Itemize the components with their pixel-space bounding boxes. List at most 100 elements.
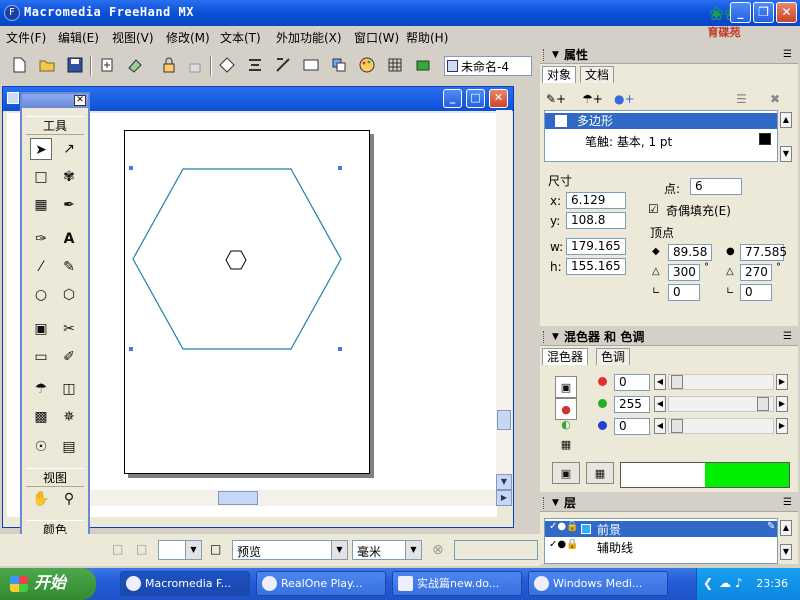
export-icon[interactable] [126, 56, 144, 74]
restore-button[interactable]: ❐ [753, 2, 774, 23]
scroll-right-arrow[interactable]: ▶ [496, 490, 512, 506]
brush-tool-icon[interactable]: ✐ [58, 346, 80, 368]
blue-slider-right-arrow[interactable]: ▶ [776, 418, 788, 434]
chevron-down-icon[interactable]: ▼ [405, 541, 421, 559]
align-icon[interactable] [246, 56, 264, 74]
menu-view[interactable]: 视图(V) [112, 29, 154, 46]
chart-tool-icon[interactable]: ▤ [58, 436, 80, 458]
menu-window[interactable]: 窗口(W) [354, 29, 399, 46]
view-mode-select[interactable]: 预览 ▼ [232, 540, 348, 560]
add-page-icon[interactable]: □ [210, 542, 221, 556]
connector-tool-icon[interactable]: ☉ [30, 436, 52, 458]
tray-expand-icon[interactable]: ❮ [703, 576, 713, 590]
layer-color-swatch[interactable] [581, 524, 591, 534]
polygon-tool-icon[interactable]: ⬡ [58, 284, 80, 306]
perspective-tool-icon[interactable]: ▩ [30, 406, 52, 428]
inner-roundness-field[interactable]: 0 [740, 284, 772, 301]
red-slider-knob[interactable] [671, 375, 683, 389]
tab-document[interactable]: 文档 [580, 66, 615, 83]
subselect-tool-icon[interactable]: ↗ [58, 138, 80, 160]
red-slider-left-arrow[interactable]: ◀ [654, 374, 666, 390]
menu-modify[interactable]: 修改(M) [166, 29, 210, 46]
list-scroll-down-icon[interactable]: ▼ [780, 146, 792, 162]
layers-icon[interactable] [414, 56, 432, 74]
layers-panel-header[interactable]: ▼ 层 ☰ [540, 494, 798, 512]
fill-tool-icon[interactable]: ☂ [30, 378, 52, 400]
cmyk-mode-icon[interactable]: ▣ [555, 376, 577, 398]
line-tool-icon[interactable]: ⁄ [30, 256, 52, 278]
red-slider[interactable] [668, 374, 774, 390]
lock-icon[interactable] [160, 56, 178, 74]
x-field[interactable]: 6.129 [566, 192, 626, 209]
grid-icon[interactable] [386, 56, 404, 74]
save-icon[interactable] [66, 56, 84, 74]
green-slider-right-arrow[interactable]: ▶ [776, 396, 788, 412]
tab-object[interactable]: 对象 [542, 66, 577, 83]
add-to-swatches-icon[interactable]: ▣ [552, 462, 580, 484]
layers-list[interactable]: ✓●🔒 前景 ✎ ✓●🔒 辅助线 [544, 518, 778, 564]
scroll-down-arrow[interactable]: ▼ [496, 474, 512, 490]
list-item-polygon[interactable]: 多边形 [545, 113, 777, 129]
blue-slider-left-arrow[interactable]: ◀ [654, 418, 666, 434]
color-palette-icon[interactable] [358, 56, 376, 74]
y-field[interactable]: 108.8 [566, 212, 626, 229]
doc-minimize-button[interactable]: _ [443, 89, 462, 108]
inner-radius-field[interactable]: 77.585 [740, 244, 787, 261]
effect-add-icon[interactable]: ●+ [614, 92, 635, 106]
network-icon[interactable]: ☁ [719, 576, 731, 590]
outer-angle-field[interactable]: 300 [668, 264, 700, 281]
menu-help[interactable]: 帮助(H) [406, 29, 448, 46]
layers-scroll-up-icon[interactable]: ▲ [780, 520, 792, 536]
knife-tool-icon[interactable]: ✂ [58, 318, 80, 340]
eyedropper-tool-icon[interactable]: ✒ [58, 194, 80, 216]
panel-options-icon[interactable]: ☰ [783, 494, 792, 512]
attribute-list[interactable]: 多边形 笔触: 基本, 1 pt [544, 110, 778, 162]
list-item-stroke[interactable]: 笔触: 基本, 1 pt [585, 133, 672, 150]
layer-row-guides[interactable]: ✓●🔒 辅助线 [545, 539, 777, 555]
even-odd-checkbox[interactable]: ☑ [648, 202, 659, 216]
scale-tool-icon[interactable]: ▣ [30, 318, 52, 340]
add-to-styles-icon[interactable]: ▦ [586, 462, 614, 484]
panel-options-icon[interactable]: ☰ [783, 46, 792, 64]
page-tool-icon[interactable]: □ [30, 166, 52, 188]
menu-edit[interactable]: 编辑(E) [58, 29, 99, 46]
blue-value-field[interactable]: 0 [614, 418, 650, 435]
points-field[interactable]: 6 [690, 178, 742, 195]
properties-panel-header[interactable]: ▼ 属性 ☰ [540, 46, 798, 64]
red-value-field[interactable]: 0 [614, 374, 650, 391]
graphic-hose-icon[interactable]: ✵ [58, 406, 80, 428]
eraser-tool-icon[interactable]: ▭ [30, 346, 52, 368]
close-button[interactable]: ✕ [776, 2, 797, 23]
green-value-field[interactable]: 255 [614, 396, 650, 413]
zoom-tool-icon[interactable]: ⚲ [58, 488, 80, 510]
unlock-icon[interactable] [186, 56, 204, 74]
blue-slider-knob[interactable] [671, 419, 683, 433]
menu-file[interactable]: 文件(F) [6, 29, 46, 46]
outer-roundness-field[interactable]: 0 [668, 284, 700, 301]
taskbar-item-mediaplayer[interactable]: Windows Medi... [528, 571, 668, 596]
tab-mixer[interactable]: 混色器 [542, 348, 589, 365]
page-prev-icon[interactable]: □ [112, 542, 123, 556]
document-selector[interactable]: 未命名-4 [444, 56, 532, 76]
doc-close-button[interactable]: ✕ [489, 89, 508, 108]
open-folder-icon[interactable] [38, 56, 56, 74]
document-page[interactable] [124, 130, 370, 474]
height-field[interactable]: 155.165 [566, 258, 626, 275]
system-color-icon[interactable]: ▦ [555, 434, 577, 456]
pencil-tool-icon[interactable]: ✎ [58, 256, 80, 278]
group-icon[interactable] [218, 56, 236, 74]
menu-text[interactable]: 文本(T) [220, 29, 261, 46]
panel-list-icon[interactable]: ☰ [736, 92, 747, 106]
lasso-tool-icon[interactable]: ✾ [58, 166, 80, 188]
layer-row-foreground[interactable]: ✓●🔒 前景 ✎ [545, 521, 777, 537]
green-slider-knob[interactable] [757, 397, 769, 411]
freehand-app-icon[interactable]: F [4, 5, 20, 21]
volume-icon[interactable]: ♪ [735, 576, 743, 590]
import-icon[interactable] [98, 56, 116, 74]
units-select[interactable]: 毫米 ▼ [352, 540, 422, 560]
green-slider-left-arrow[interactable]: ◀ [654, 396, 666, 412]
hand-tool-icon[interactable]: ✋ [30, 488, 52, 510]
text-tool-icon[interactable]: A [58, 228, 80, 250]
extrude-tool-icon[interactable]: ◫ [58, 378, 80, 400]
menu-extras[interactable]: 外加功能(X) [276, 29, 342, 46]
